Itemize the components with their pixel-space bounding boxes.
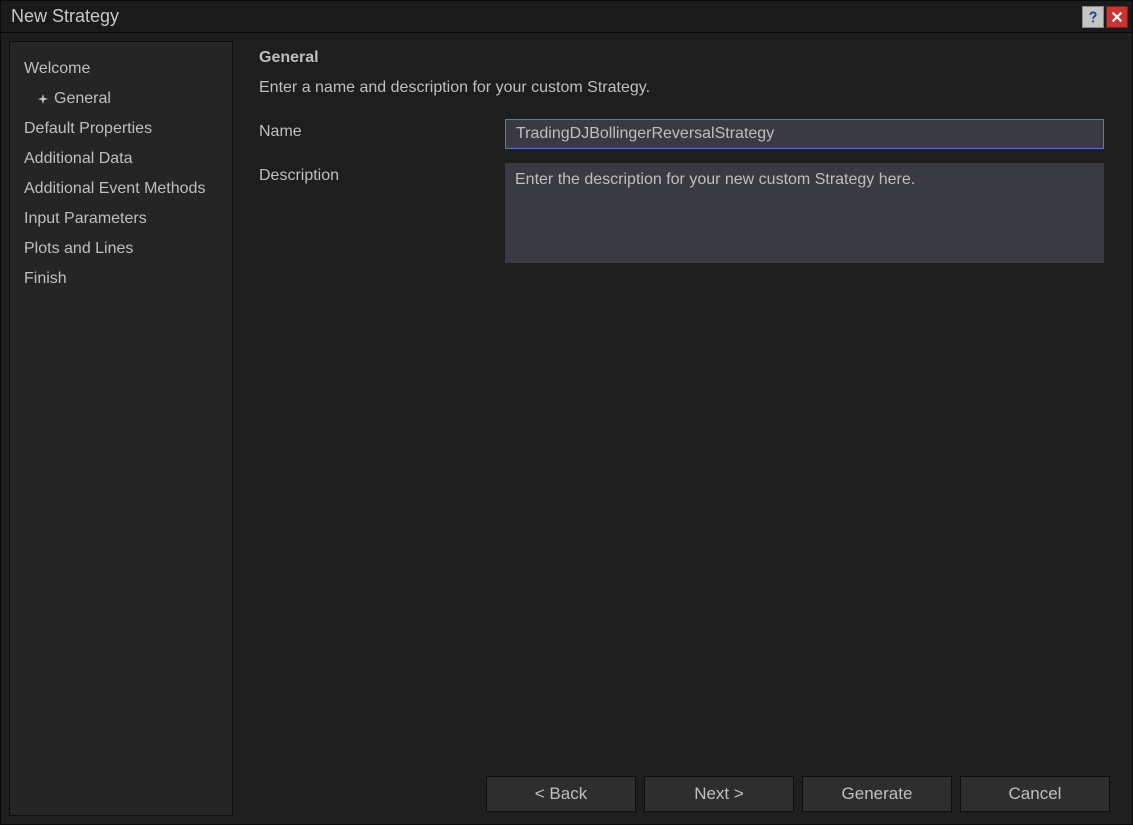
- back-button[interactable]: < Back: [486, 776, 636, 812]
- sidebar-item-finish[interactable]: Finish: [10, 264, 232, 294]
- next-button[interactable]: Next >: [644, 776, 794, 812]
- close-icon: [1110, 10, 1124, 24]
- sidebar-item-additional-data[interactable]: Additional Data: [10, 144, 232, 174]
- content-area: Welcome General Default Properties Addit…: [1, 33, 1132, 824]
- sidebar-item-general[interactable]: General: [10, 84, 232, 114]
- titlebar: New Strategy: [1, 1, 1132, 33]
- description-label: Description: [259, 163, 505, 263]
- titlebar-controls: [1082, 6, 1128, 28]
- close-button[interactable]: [1106, 6, 1128, 28]
- sidebar-item-default-properties[interactable]: Default Properties: [10, 114, 232, 144]
- sidebar-item-plots-and-lines[interactable]: Plots and Lines: [10, 234, 232, 264]
- sidebar-item-label: General: [54, 90, 111, 108]
- sidebar-item-additional-event-methods[interactable]: Additional Event Methods: [10, 174, 232, 204]
- name-label: Name: [259, 119, 505, 149]
- name-row: Name: [259, 119, 1104, 149]
- panel-header: General: [259, 49, 1104, 67]
- wizard-sidebar: Welcome General Default Properties Addit…: [9, 41, 233, 816]
- description-textarea[interactable]: [505, 163, 1104, 263]
- help-button[interactable]: [1082, 6, 1104, 28]
- sidebar-item-welcome[interactable]: Welcome: [10, 54, 232, 84]
- name-input[interactable]: [505, 119, 1104, 149]
- window-title: New Strategy: [11, 6, 119, 27]
- sidebar-item-input-parameters[interactable]: Input Parameters: [10, 204, 232, 234]
- question-icon: [1086, 10, 1100, 24]
- bullet-icon: [38, 94, 48, 104]
- new-strategy-window: New Strategy Welcome General: [0, 0, 1133, 825]
- description-row: Description: [259, 163, 1104, 263]
- button-bar: < Back Next > Generate Cancel: [486, 776, 1110, 812]
- main-panel: General Enter a name and description for…: [239, 41, 1124, 816]
- cancel-button[interactable]: Cancel: [960, 776, 1110, 812]
- generate-button[interactable]: Generate: [802, 776, 952, 812]
- panel-subtext: Enter a name and description for your cu…: [259, 79, 1104, 97]
